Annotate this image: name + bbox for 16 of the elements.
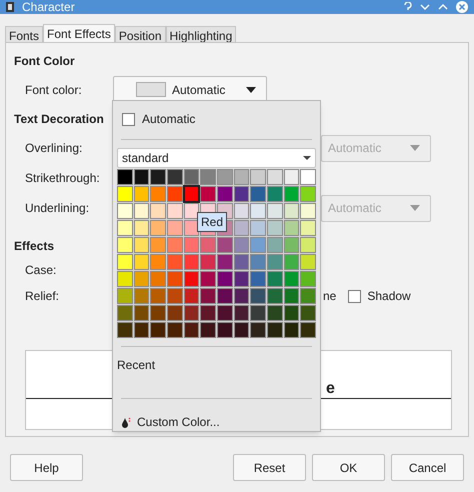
section-heading: Text Decoration — [14, 111, 104, 128]
field-label: Underlining: — [25, 201, 90, 215]
checkbox-label: Automatic — [142, 111, 196, 128]
checkbox-label: Shadow — [367, 288, 411, 305]
recent-label: Recent — [117, 357, 156, 374]
checkbox-label: ne — [323, 288, 336, 305]
field-label: Relief: — [25, 289, 60, 303]
field-label: Font color: — [25, 82, 83, 98]
field-label: Overlining: — [25, 141, 82, 155]
field-label: Case: — [25, 263, 56, 277]
tooltip: Red — [197, 212, 228, 232]
preview-text: e — [326, 380, 335, 398]
section-heading: Effects — [14, 238, 54, 255]
window-title: Character — [22, 0, 75, 14]
field-label: Strikethrough: — [25, 171, 100, 185]
section-heading: Font Color — [14, 53, 76, 70]
